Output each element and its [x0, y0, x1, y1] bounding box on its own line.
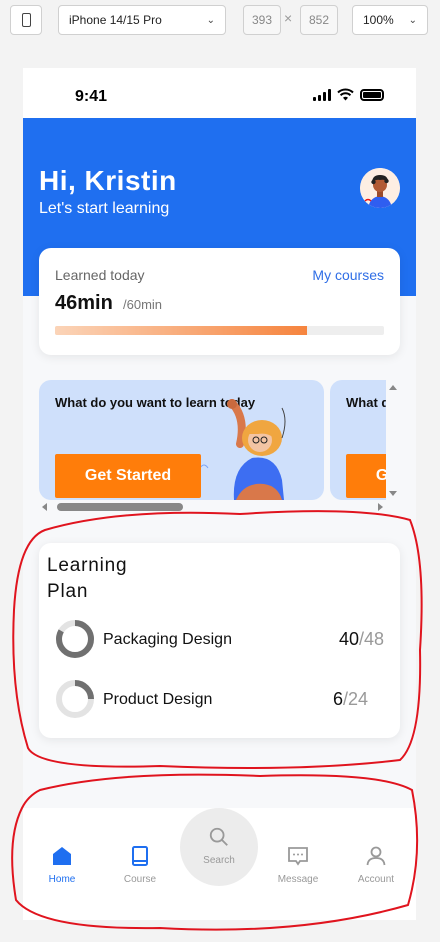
book-icon — [132, 846, 148, 866]
learning-plan-card: Learning Plan Packaging Design 40/48 Pro… — [39, 543, 400, 738]
avatar[interactable] — [360, 168, 400, 208]
plan-item[interactable]: Packaging Design 40/48 — [55, 619, 384, 661]
plan-item-total: /24 — [342, 689, 368, 709]
nav-message-label: Message — [277, 874, 319, 885]
plan-item-count: 40/48 — [339, 629, 384, 650]
chevron-down-icon: ⌄ — [408, 14, 417, 26]
greeting-subtitle: Let's start learning — [39, 200, 170, 217]
learned-today-label: Learned today — [55, 267, 145, 283]
nav-course[interactable]: Course — [107, 826, 173, 886]
get-started-button[interactable]: Get Started — [346, 454, 386, 498]
nav-home[interactable]: Home — [29, 826, 95, 886]
progress-ring-icon — [56, 680, 94, 718]
bottom-nav: Home Course Search Message Account — [23, 808, 416, 920]
status-bar: 9:41 — [23, 68, 416, 118]
plan-item-name: Packaging Design — [103, 631, 232, 648]
nav-search-label: Search — [203, 855, 235, 866]
width-input[interactable]: 393 — [243, 5, 281, 35]
scroll-up-arrow-icon[interactable] — [389, 385, 397, 390]
user-icon — [366, 846, 386, 866]
progress-ring-icon — [56, 620, 94, 658]
vertical-scrollbar[interactable] — [386, 380, 400, 496]
phone-screen: 9:41 Hi, Kristin Let's start learning Le… — [23, 68, 416, 920]
plan-item-count: 6/24 — [333, 689, 368, 710]
device-select[interactable]: iPhone 14/15 Pro ⌄ — [58, 5, 226, 35]
device-toggle-button[interactable] — [10, 5, 42, 35]
nav-account-label: Account — [357, 874, 395, 885]
learned-minutes: 46min — [55, 292, 113, 314]
height-input[interactable]: 852 — [300, 5, 338, 35]
avatar-illustration — [360, 168, 400, 208]
plan-item-total: /48 — [358, 629, 384, 649]
horizontal-scrollbar[interactable] — [39, 500, 386, 514]
get-started-button[interactable]: Get Started — [55, 454, 201, 498]
nav-home-label: Home — [48, 874, 76, 885]
my-courses-link[interactable]: My courses — [312, 267, 384, 283]
scroll-left-arrow-icon[interactable] — [42, 503, 47, 511]
plan-item-done: 6 — [332, 689, 343, 709]
chevron-down-icon: ⌄ — [206, 14, 215, 26]
message-icon — [288, 847, 308, 866]
zoom-select-value: 100% — [363, 13, 394, 27]
times-icon: × — [284, 10, 293, 26]
promo-card: What do you want to learn today Get Star… — [39, 380, 324, 500]
nav-message[interactable]: Message — [265, 826, 331, 886]
status-time: 9:41 — [75, 88, 108, 105]
home-icon — [53, 847, 71, 865]
plan-item[interactable]: Product Design 6/24 — [55, 679, 384, 721]
greeting-title: Hi, Kristin — [39, 165, 177, 196]
nav-search-button[interactable]: Search — [180, 808, 258, 886]
search-icon — [209, 827, 228, 846]
scroll-right-arrow-icon[interactable] — [378, 503, 383, 511]
zoom-select[interactable]: 100% ⌄ — [352, 5, 428, 35]
promo-card: What do you want to learn today Get Star… — [330, 380, 386, 500]
learned-goal: /60min — [123, 297, 163, 312]
promo-carousel[interactable]: What do you want to learn today Get Star… — [39, 380, 386, 500]
wifi-icon — [337, 88, 354, 101]
phone-icon — [21, 13, 31, 27]
progress-track — [55, 326, 384, 335]
plan-item-name: Product Design — [103, 691, 213, 708]
plan-item-done: 40 — [338, 629, 359, 649]
device-select-value: iPhone 14/15 Pro — [69, 13, 162, 27]
signal-icon — [313, 88, 331, 101]
progress-fill — [55, 326, 308, 335]
scroll-down-arrow-icon[interactable] — [389, 491, 397, 496]
promo-title: What do you want to learn today — [346, 395, 386, 410]
status-icons — [313, 88, 384, 101]
scrollbar-thumb[interactable] — [57, 503, 183, 511]
learning-plan-title: Learning Plan — [47, 555, 128, 602]
nav-account[interactable]: Account — [343, 826, 409, 886]
devtools-toolbar: iPhone 14/15 Pro ⌄ 393 × 852 100% ⌄ — [0, 0, 440, 40]
battery-icon — [360, 88, 384, 101]
learner-illustration — [199, 399, 286, 500]
learned-today-card: Learned today My courses 46min /60min — [39, 248, 400, 355]
nav-course-label: Course — [123, 874, 157, 885]
